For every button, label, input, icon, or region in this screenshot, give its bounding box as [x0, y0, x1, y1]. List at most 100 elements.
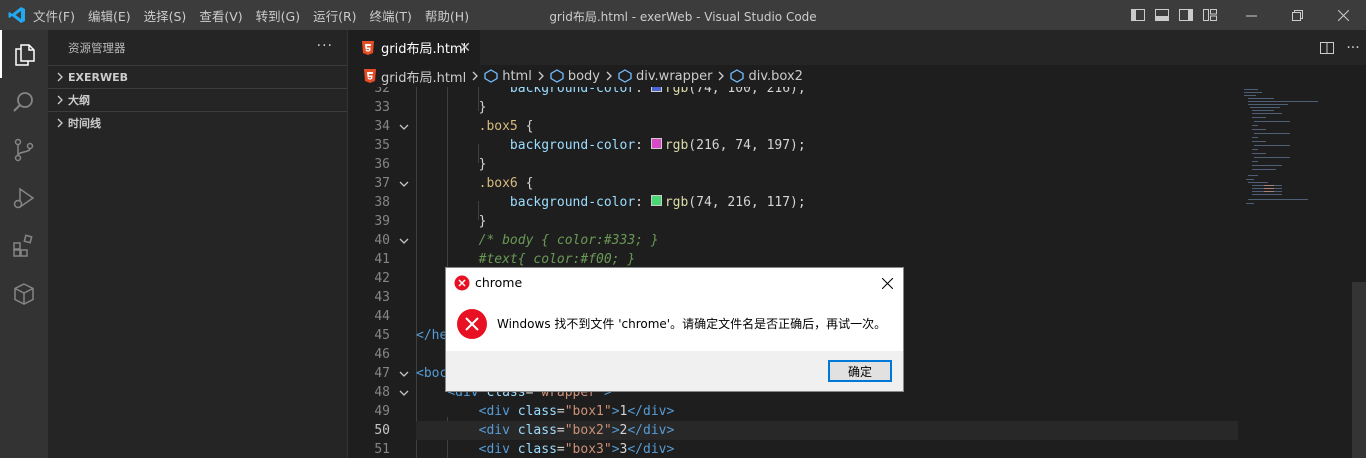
explorer-button[interactable] [0, 30, 48, 78]
menu-item[interactable]: 终端(T) [370, 6, 412, 25]
error-icon [454, 275, 470, 291]
menu-item[interactable]: 转到(G) [256, 6, 300, 25]
menu-item[interactable]: 查看(V) [199, 6, 242, 25]
code-text: <div class="box1">1</div> [416, 402, 675, 421]
line-number: 37 [374, 176, 390, 191]
breadcrumb-item[interactable]: html [484, 69, 532, 84]
code-token: background-color [509, 195, 636, 210]
chevron-right-icon [719, 71, 725, 81]
close-window-button[interactable] [1320, 0, 1366, 30]
line-number: 39 [374, 214, 390, 229]
code-line[interactable]: 37 .box6 { [348, 174, 1238, 193]
menu-item[interactable]: 编辑(E) [88, 6, 131, 25]
code-line[interactable]: 36 } [348, 155, 1238, 174]
code-line[interactable]: 49 <div class="box1">1</div> [348, 402, 1238, 421]
close-tab-icon[interactable]: ✕ [459, 40, 471, 56]
color-swatch[interactable] [650, 138, 662, 149]
toggle-secondary-sidebar-icon[interactable] [1178, 7, 1194, 23]
search-button[interactable] [0, 78, 48, 126]
fold-chevron-icon[interactable] [398, 387, 410, 399]
line-number: 47 [374, 366, 390, 381]
breadcrumb-item[interactable]: body [550, 69, 600, 84]
code-text: <div class="box3">3</div> [416, 440, 675, 458]
line-number: 33 [374, 100, 390, 115]
sidebar-title: 资源管理器 [68, 40, 126, 55]
sidebar-section-label: 时间线 [68, 117, 101, 130]
menu-item[interactable]: 文件(F) [33, 6, 75, 25]
editor-scrollbar[interactable] [1352, 87, 1366, 458]
remote-explorer-button[interactable] [0, 270, 48, 318]
minimap[interactable] [1244, 87, 1354, 458]
source-control-button[interactable] [0, 126, 48, 174]
code-token: > [611, 423, 620, 438]
editor-more-button[interactable]: ··· [1340, 35, 1366, 61]
menu-item[interactable]: 运行(R) [313, 6, 356, 25]
minimize-button[interactable] [1228, 0, 1274, 30]
code-token: .box5 [478, 119, 518, 134]
tab-grid-html[interactable]: grid布局.html ✕ [348, 30, 480, 65]
sidebar-header: 资源管理器 ··· [48, 30, 347, 65]
code-line[interactable]: 51 <div class="box3">3</div> [348, 440, 1238, 458]
restore-icon [1291, 9, 1303, 21]
close-icon [881, 277, 893, 289]
chevron-right-icon [57, 95, 63, 105]
code-text: .box6 { [416, 174, 534, 193]
split-editor-button[interactable] [1314, 35, 1340, 61]
files-icon [15, 44, 35, 66]
code-token: "box3" [564, 442, 612, 457]
code-line[interactable]: 34 .box5 { [348, 117, 1238, 136]
code-text: /* body { color:#333; } [416, 231, 659, 250]
sidebar-section[interactable]: 时间线 [48, 111, 347, 134]
line-number: 43 [374, 290, 390, 305]
extensions-button[interactable] [0, 222, 48, 270]
code-line[interactable]: 40 /* body { color:#333; } [348, 231, 1238, 250]
menu-item[interactable]: 帮助(H) [425, 6, 469, 25]
fold-chevron-icon[interactable] [398, 178, 410, 190]
breadcrumb-item[interactable]: div.wrapper [618, 69, 712, 84]
restore-button[interactable] [1274, 0, 1320, 30]
menu-item[interactable]: 选择(S) [144, 6, 187, 25]
code-text: } [416, 98, 487, 117]
chevron-right-icon [57, 72, 63, 82]
run-debug-button[interactable] [0, 174, 48, 222]
fold-chevron-icon[interactable] [398, 235, 410, 247]
code-token: </div> [627, 442, 675, 457]
html5-icon [362, 40, 374, 55]
code-line[interactable]: 35 background-color: rgb(216, 74, 197); [348, 136, 1238, 155]
code-line[interactable]: 32 background-color: rgb(74, 100, 216); [348, 87, 1238, 98]
customize-layout-icon[interactable] [1202, 7, 1218, 23]
toggle-primary-sidebar-icon[interactable] [1130, 7, 1146, 23]
code-line[interactable]: 38 background-color: rgb(74, 216, 117); [348, 193, 1238, 212]
breadcrumb-item[interactable]: div.box2 [730, 69, 803, 84]
tab-bar: grid布局.html ✕ ··· [348, 30, 1366, 65]
more-actions-button[interactable]: ··· [317, 38, 333, 54]
line-number: 42 [374, 271, 390, 286]
breadcrumb-item[interactable]: grid布局.html [363, 67, 466, 86]
sidebar-section[interactable]: 大纲 [48, 88, 347, 111]
line-number: 41 [374, 252, 390, 267]
line-number: 46 [374, 347, 390, 362]
code-token: > [611, 404, 620, 419]
color-swatch[interactable] [650, 195, 662, 206]
fold-chevron-icon[interactable] [398, 121, 410, 133]
dialog-close-button[interactable] [875, 272, 899, 294]
code-line[interactable]: 33 } [348, 98, 1238, 117]
code-text: <boc [416, 364, 447, 383]
vscode-logo-icon[interactable] [8, 6, 26, 24]
source-control-icon [14, 138, 34, 162]
code-token: } [416, 157, 487, 172]
ok-button[interactable]: 确定 [828, 360, 892, 382]
toggle-panel-icon[interactable] [1154, 7, 1170, 23]
sidebar-section[interactable]: EXERWEB [48, 65, 347, 88]
code-text: background-color: rgb(74, 100, 216); [416, 87, 806, 98]
dialog-footer: 确定 [446, 351, 903, 391]
code-line[interactable]: 50 <div class="box2">2</div> [348, 421, 1238, 440]
code-text: <div class="box2">2</div> [416, 421, 675, 440]
color-swatch[interactable] [650, 87, 662, 92]
fold-chevron-icon[interactable] [398, 368, 410, 380]
code-line[interactable]: 39 } [348, 212, 1238, 231]
